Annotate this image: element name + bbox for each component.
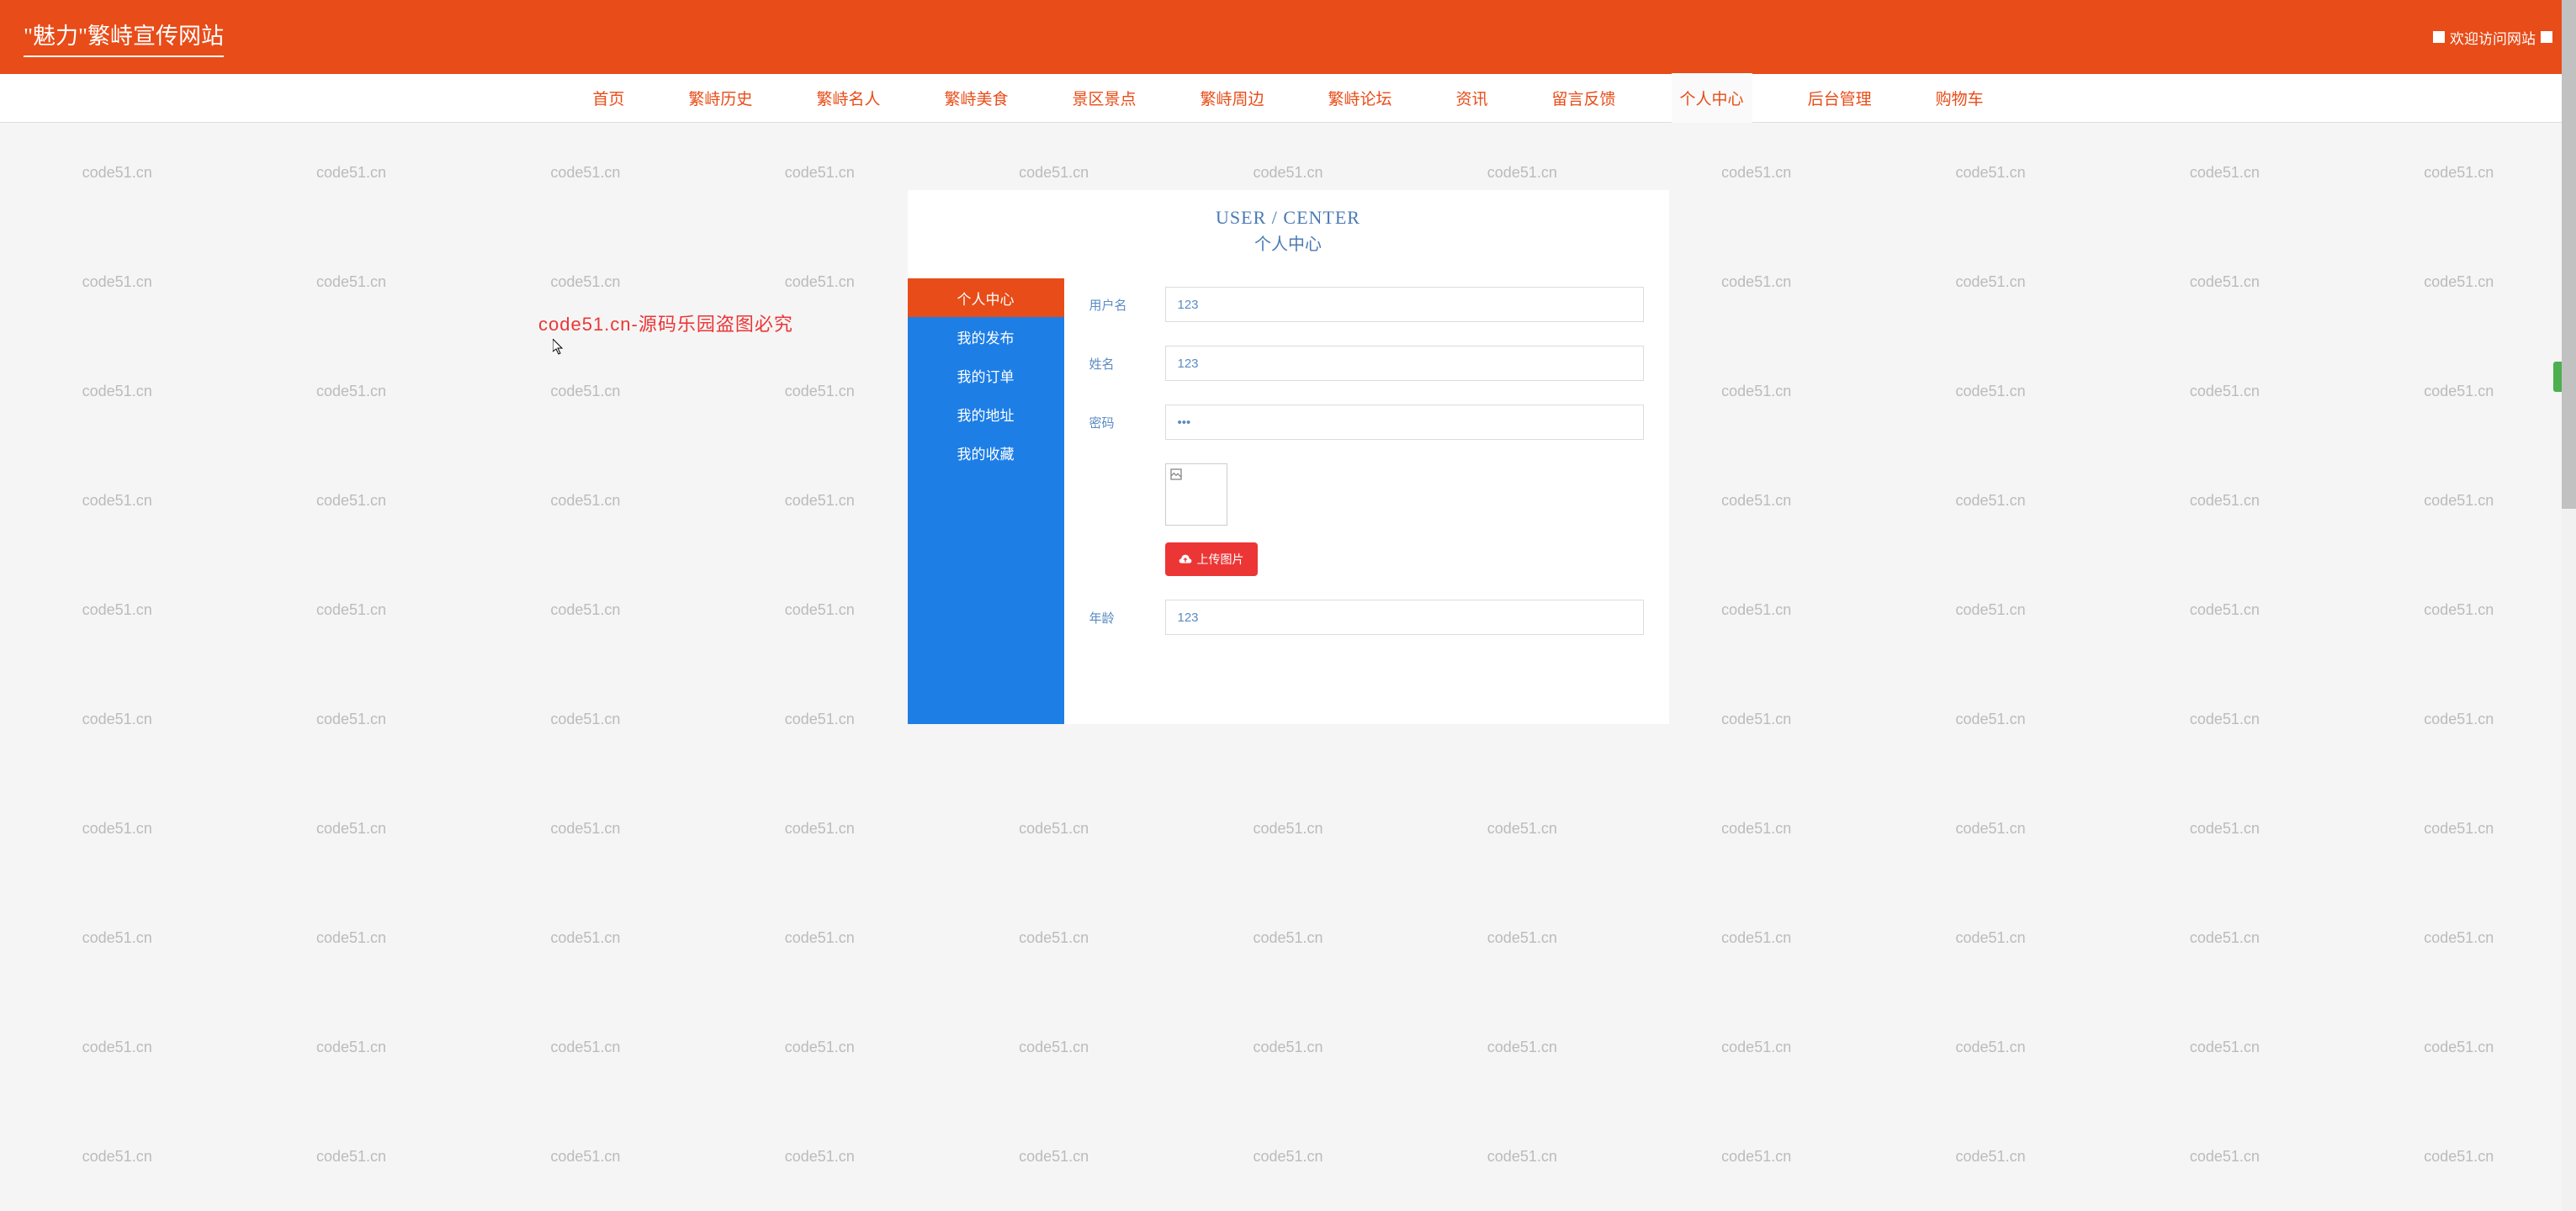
name-label: 姓名: [1089, 355, 1165, 373]
broken-image-icon: [1169, 468, 1183, 481]
user-sidebar: 个人中心 我的发布 我的订单 我的地址 我的收藏: [908, 278, 1064, 724]
sidebar-my-orders[interactable]: 我的订单: [908, 356, 1064, 394]
username-input[interactable]: [1165, 287, 1644, 322]
sidebar-my-posts[interactable]: 我的发布: [908, 317, 1064, 356]
nav-home[interactable]: 首页: [584, 73, 633, 123]
avatar-placeholder[interactable]: [1165, 463, 1227, 526]
sidebar-fill: [908, 472, 1064, 724]
password-label: 密码: [1089, 414, 1165, 431]
nav-food[interactable]: 繁峙美食: [936, 73, 1016, 123]
main-nav: 首页 繁峙历史 繁峙名人 繁峙美食 景区景点 繁峙周边 繁峙论坛 资讯 留言反馈…: [0, 74, 2576, 123]
checkbox-left-icon[interactable]: [2433, 31, 2445, 43]
nav-celebrity[interactable]: 繁峙名人: [808, 73, 888, 123]
welcome-text: 欢迎访问网站: [2450, 27, 2536, 48]
age-label: 年龄: [1089, 609, 1165, 627]
nav-history[interactable]: 繁峙历史: [680, 73, 761, 123]
nav-feedback[interactable]: 留言反馈: [1544, 73, 1625, 123]
welcome-area: 欢迎访问网站: [2433, 27, 2552, 48]
name-input[interactable]: [1165, 346, 1644, 381]
panel-title-en: USER / CENTER: [908, 207, 1669, 229]
sidebar-my-address[interactable]: 我的地址: [908, 394, 1064, 433]
site-title: "魅力"繁峙宣传网站: [24, 18, 224, 57]
scrollbar-track[interactable]: [2562, 0, 2576, 1211]
panel-title: USER / CENTER 个人中心: [908, 190, 1669, 267]
nav-admin[interactable]: 后台管理: [1799, 73, 1880, 123]
upload-button[interactable]: 上传图片: [1165, 542, 1258, 576]
age-input[interactable]: [1165, 600, 1644, 635]
checkbox-right-icon[interactable]: [2541, 31, 2552, 43]
upload-button-label: 上传图片: [1197, 551, 1244, 568]
nav-cart[interactable]: 购物车: [1927, 73, 1992, 123]
nav-user-center[interactable]: 个人中心: [1672, 73, 1752, 123]
username-label: 用户名: [1089, 296, 1165, 314]
cursor-icon: [553, 339, 566, 356]
nav-forum[interactable]: 繁峙论坛: [1320, 73, 1401, 123]
nav-news[interactable]: 资讯: [1448, 73, 1497, 123]
cloud-upload-icon: [1179, 553, 1192, 566]
watermark-red-text: code51.cn-源码乐园盗图必究: [538, 309, 793, 336]
main-panel: USER / CENTER 个人中心 个人中心 我的发布 我的订单 我的地址 我…: [908, 190, 1669, 724]
sidebar-user-center[interactable]: 个人中心: [908, 278, 1064, 317]
profile-form: 用户名 姓名 密码 上传图片 年龄: [1064, 278, 1669, 724]
nav-surrounding[interactable]: 繁峙周边: [1191, 73, 1272, 123]
side-feedback-tab[interactable]: [2553, 362, 2562, 392]
page-header: "魅力"繁峙宣传网站 欢迎访问网站: [0, 0, 2576, 74]
nav-scenic[interactable]: 景区景点: [1063, 73, 1144, 123]
sidebar-my-favorites[interactable]: 我的收藏: [908, 433, 1064, 472]
panel-title-cn: 个人中心: [908, 230, 1669, 255]
password-input[interactable]: [1165, 405, 1644, 440]
scrollbar-thumb[interactable]: [2562, 0, 2576, 509]
